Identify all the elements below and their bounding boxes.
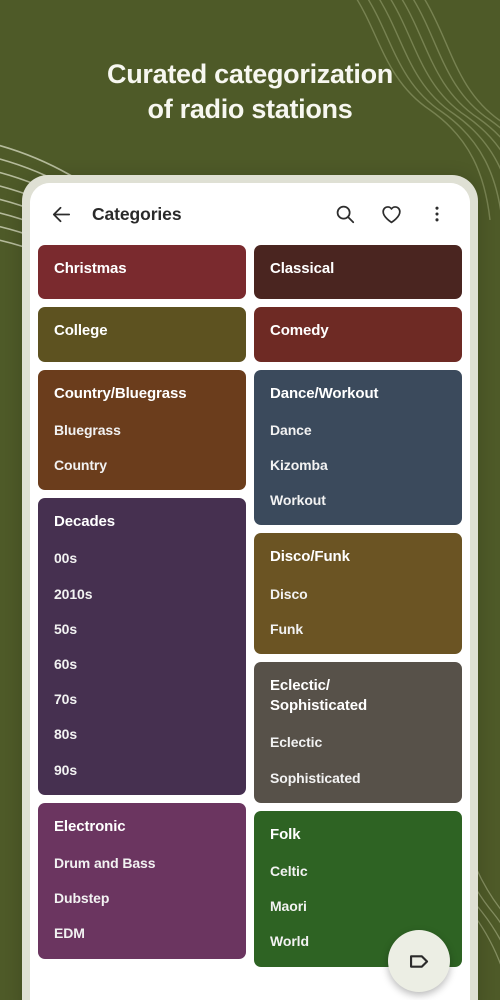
overflow-menu-button[interactable]: [420, 197, 454, 231]
category-column-right: Classical Comedy Dance/Workout Dance Kizomba…: [254, 245, 462, 1000]
category-subitem[interactable]: Country: [54, 456, 230, 474]
favorites-button[interactable]: [374, 197, 408, 231]
category-card[interactable]: College: [38, 307, 246, 362]
app-bar: Categories: [30, 183, 470, 245]
app-bar-actions: [328, 197, 454, 231]
back-button[interactable]: [44, 197, 78, 231]
category-subitem[interactable]: Funk: [270, 620, 446, 638]
category-title: Decades: [54, 513, 116, 531]
category-card[interactable]: Eclectic/Sophisticated Eclectic Sophistica…: [254, 661, 462, 803]
search-icon: [336, 205, 355, 224]
category-subitem[interactable]: Dubstep: [54, 889, 230, 907]
category-title: Country/Bluegrass: [54, 384, 187, 402]
category-subitem[interactable]: EDM: [54, 924, 230, 942]
category-subitem[interactable]: 90s: [54, 761, 230, 779]
category-card[interactable]: Christmas: [38, 245, 246, 300]
category-card[interactable]: Electronic Drum and Bass Dubstep EDM: [38, 802, 246, 959]
category-card[interactable]: Classical: [254, 245, 462, 300]
phone-mockup: Categories Christmas College Country/Blu…: [22, 175, 478, 1000]
category-title-line: Sophisticated: [270, 697, 368, 715]
category-subitem[interactable]: 50s: [54, 620, 230, 638]
category-card[interactable]: Dance/Workout Dance Kizomba Workout: [254, 369, 462, 526]
category-title: Classical: [270, 260, 335, 277]
category-subitem[interactable]: Maori: [270, 897, 446, 915]
category-subitem[interactable]: 80s: [54, 725, 230, 743]
headline-line-2: of radio stations: [147, 93, 353, 124]
category-subitem[interactable]: Celtic: [270, 862, 446, 880]
category-title: Comedy: [270, 322, 329, 340]
tag-icon: [409, 954, 428, 968]
category-title: Eclectic/Sophisticated: [270, 676, 446, 717]
category-title: Folk: [270, 825, 301, 843]
category-title: Disco/Funk: [270, 548, 350, 566]
category-title-line: Eclectic/: [270, 676, 330, 694]
category-title: Christmas: [54, 260, 127, 277]
category-subitem[interactable]: Bluegrass: [54, 421, 230, 439]
category-card[interactable]: Comedy: [254, 307, 462, 362]
category-card[interactable]: Decades 00s 2010s 50s 60s 70s 80s 90s: [38, 498, 246, 795]
heart-icon: [381, 205, 401, 223]
category-subitem[interactable]: Dance: [270, 421, 446, 439]
category-subitem[interactable]: Eclectic: [270, 733, 446, 751]
category-subitem[interactable]: 00s: [54, 549, 230, 567]
category-grid[interactable]: Christmas College Country/Bluegrass Bluegra…: [30, 245, 470, 1000]
category-subitem[interactable]: Kizomba: [270, 456, 446, 474]
page-title: Categories: [92, 203, 182, 224]
category-subitem[interactable]: 60s: [54, 655, 230, 673]
category-title: Electronic: [54, 817, 126, 835]
search-button[interactable]: [328, 197, 362, 231]
category-subitem[interactable]: Disco: [270, 585, 446, 603]
category-column-left: Christmas College Country/Bluegrass Bluegra…: [38, 245, 246, 1000]
category-title: Dance/Workout: [270, 384, 379, 402]
tag-fab[interactable]: [388, 930, 450, 992]
category-subitem[interactable]: 2010s: [54, 585, 230, 603]
category-subitem[interactable]: Drum and Bass: [54, 854, 230, 872]
more-vert-icon: [435, 206, 439, 222]
category-card[interactable]: Disco/Funk Disco Funk: [254, 533, 462, 654]
category-subitem[interactable]: 70s: [54, 690, 230, 708]
promo-headline: Curated categorization of radio stations: [0, 57, 500, 126]
arrow-left-icon: [52, 206, 70, 222]
category-title: College: [54, 322, 108, 340]
category-subitem[interactable]: Workout: [270, 491, 446, 509]
headline-line-1: Curated categorization: [107, 59, 393, 89]
category-subitem[interactable]: Sophisticated: [270, 769, 446, 787]
category-card[interactable]: Country/Bluegrass Bluegrass Country: [38, 369, 246, 491]
app-screen: Categories Christmas College Country/Blu…: [30, 183, 470, 1000]
